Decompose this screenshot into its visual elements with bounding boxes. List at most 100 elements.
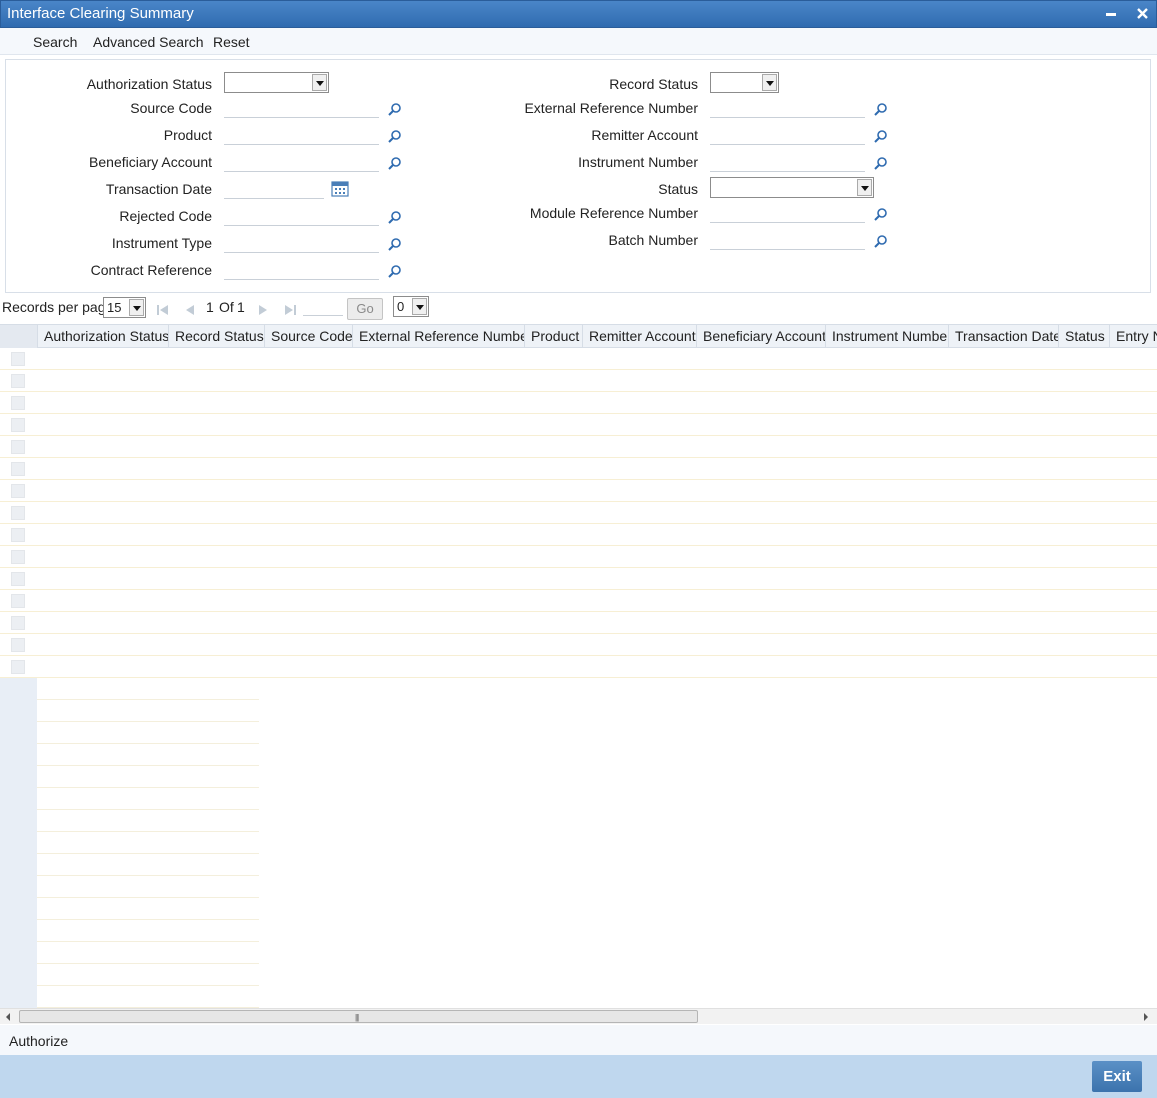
row-gutter — [0, 700, 37, 722]
table-row[interactable] — [0, 370, 1157, 392]
batch-number-input[interactable] — [710, 230, 865, 250]
table-row[interactable] — [0, 348, 1157, 370]
minimize-icon[interactable] — [1101, 4, 1121, 24]
pagination-bar: Records per page 15 1 Of 1 Go 0 — [0, 295, 1157, 323]
table-row[interactable] — [0, 414, 1157, 436]
search-icon[interactable] — [874, 102, 888, 116]
close-icon[interactable] — [1132, 4, 1152, 24]
last-page-icon[interactable] — [283, 304, 297, 316]
authorize-button[interactable]: Authorize — [9, 1033, 68, 1049]
table-row[interactable] — [0, 656, 1157, 678]
current-page-number: 1 — [206, 299, 214, 315]
column-header[interactable]: Instrument Number — [825, 325, 949, 348]
row-gutter — [0, 810, 37, 832]
column-header[interactable]: Record Status — [168, 325, 264, 348]
row-checkbox[interactable] — [11, 484, 25, 498]
search-icon[interactable] — [388, 210, 402, 224]
reset-menu-item[interactable]: Reset — [213, 34, 250, 50]
row-checkbox[interactable] — [11, 462, 25, 476]
row-checkbox[interactable] — [11, 374, 25, 388]
table-row[interactable] — [0, 458, 1157, 480]
search-icon[interactable] — [388, 264, 402, 278]
page-jump-select[interactable]: 0 — [393, 296, 429, 317]
go-button[interactable]: Go — [347, 298, 383, 320]
row-checkbox[interactable] — [11, 528, 25, 542]
row-gutter — [0, 678, 37, 700]
table-row[interactable] — [0, 480, 1157, 502]
horizontal-scrollbar[interactable]: ||| — [0, 1008, 1157, 1024]
table-row[interactable] — [0, 612, 1157, 634]
scrollbar-thumb[interactable]: ||| — [19, 1010, 698, 1023]
column-header[interactable]: Beneficiary Account — [696, 325, 826, 348]
row-checkbox[interactable] — [11, 440, 25, 454]
advanced-search-menu-item[interactable]: Advanced Search — [93, 34, 204, 50]
row-checkbox[interactable] — [11, 418, 25, 432]
search-icon[interactable] — [388, 156, 402, 170]
row-checkbox[interactable] — [11, 396, 25, 410]
search-icon[interactable] — [388, 102, 402, 116]
next-page-icon[interactable] — [256, 304, 270, 316]
column-header[interactable]: Product — [524, 325, 583, 348]
column-header[interactable]: External Reference Number — [352, 325, 525, 348]
row-checkbox[interactable] — [11, 352, 25, 366]
remitter-account-input[interactable] — [710, 125, 865, 145]
search-icon[interactable] — [388, 237, 402, 251]
search-icon[interactable] — [874, 129, 888, 143]
column-header[interactable]: Remitter Account — [582, 325, 697, 348]
row-checkbox[interactable] — [11, 616, 25, 630]
row-checkbox[interactable] — [11, 506, 25, 520]
external-reference-number-input[interactable] — [710, 98, 865, 118]
beneficiary-account-input[interactable] — [224, 152, 379, 172]
authorization-status-select[interactable] — [224, 72, 329, 93]
exit-button[interactable]: Exit — [1092, 1061, 1142, 1092]
table-row[interactable] — [0, 546, 1157, 568]
row-gutter — [0, 898, 37, 920]
rejected-code-input[interactable] — [224, 206, 379, 226]
empty-row — [0, 678, 259, 700]
column-header[interactable]: Status — [1058, 325, 1110, 348]
table-row[interactable] — [0, 590, 1157, 612]
table-row[interactable] — [0, 568, 1157, 590]
source-code-input[interactable] — [224, 98, 379, 118]
source-code-label: Source Code — [130, 100, 212, 116]
select-all-header[interactable] — [0, 325, 37, 348]
product-input[interactable] — [224, 125, 379, 145]
status-select[interactable] — [710, 177, 874, 198]
table-row[interactable] — [0, 436, 1157, 458]
page-number-input[interactable] — [303, 298, 343, 316]
row-checkbox[interactable] — [11, 638, 25, 652]
table-row[interactable] — [0, 392, 1157, 414]
chevron-down-icon — [762, 74, 777, 91]
table-row[interactable] — [0, 634, 1157, 656]
instrument-type-input[interactable] — [224, 233, 379, 253]
search-menu-item[interactable]: Search — [33, 34, 77, 50]
record-status-select[interactable] — [710, 72, 779, 93]
search-icon[interactable] — [388, 129, 402, 143]
search-icon[interactable] — [874, 156, 888, 170]
row-checkbox[interactable] — [11, 572, 25, 586]
row-checkbox[interactable] — [11, 550, 25, 564]
table-row[interactable] — [0, 524, 1157, 546]
search-icon[interactable] — [874, 234, 888, 248]
column-header[interactable]: Entry N — [1109, 325, 1157, 348]
module-reference-number-input[interactable] — [710, 203, 865, 223]
transaction-date-input[interactable] — [224, 179, 324, 199]
instrument-type-label: Instrument Type — [111, 235, 212, 251]
records-per-page-value: 15 — [107, 300, 122, 315]
table-row[interactable] — [0, 502, 1157, 524]
column-header[interactable]: Source Code — [264, 325, 353, 348]
previous-page-icon[interactable] — [183, 304, 197, 316]
column-header[interactable]: Transaction Date — [948, 325, 1059, 348]
search-icon[interactable] — [874, 207, 888, 221]
records-per-page-select[interactable]: 15 — [103, 297, 146, 318]
empty-row — [0, 766, 259, 788]
instrument-number-input[interactable] — [710, 152, 865, 172]
contract-reference-input[interactable] — [224, 260, 379, 280]
calendar-icon[interactable] — [331, 181, 349, 197]
first-page-icon[interactable] — [156, 304, 170, 316]
column-header[interactable]: Authorization Status — [37, 325, 170, 348]
row-checkbox[interactable] — [11, 660, 25, 674]
scroll-right-icon[interactable] — [1142, 1012, 1150, 1022]
scroll-left-icon[interactable] — [4, 1012, 12, 1022]
row-checkbox[interactable] — [11, 594, 25, 608]
